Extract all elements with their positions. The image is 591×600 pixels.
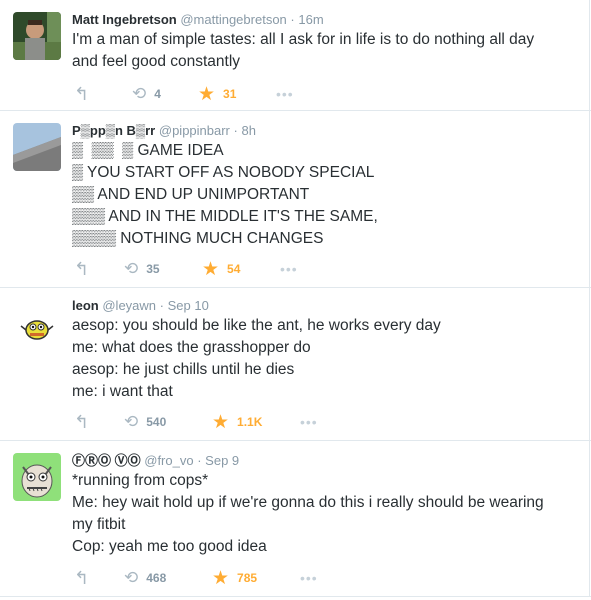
timestamp[interactable]: 8h xyxy=(241,123,255,138)
reply-icon: ↰ xyxy=(74,258,90,279)
divider xyxy=(0,596,591,597)
tweet-text: I'm a man of simple tastes: all I ask fo… xyxy=(72,29,579,73)
retweet-button[interactable]: ⟲ 4 xyxy=(132,84,161,104)
tweet-text-line: Me: hey wait hold up if we're gonna do t… xyxy=(72,494,544,511)
more-button[interactable]: ••• xyxy=(300,412,318,432)
tweet-text-line: ▒ YOU START OFF AS NOBODY SPECIAL xyxy=(72,164,375,181)
star-icon: ★ xyxy=(198,83,216,105)
retweet-count: 4 xyxy=(154,87,161,101)
avatar[interactable] xyxy=(13,123,61,171)
avatar[interactable] xyxy=(13,453,61,501)
more-button[interactable]: ••• xyxy=(276,84,294,104)
tweet-text-line: my fitbit xyxy=(72,516,126,533)
author-handle[interactable]: @pippinbarr xyxy=(159,123,230,138)
timestamp[interactable]: Sep 9 xyxy=(205,453,239,468)
tweet-text-line: me: what does the grasshopper do xyxy=(72,339,311,356)
avatar[interactable] xyxy=(13,12,61,60)
tweet-text: *running from cops* Me: hey wait hold up… xyxy=(72,470,579,558)
tweet-text-line: ▒ ▒▒ ▒ GAME IDEA xyxy=(72,142,224,159)
favorite-button[interactable]: ★ 1.1K xyxy=(212,411,263,433)
tweet[interactable]: Matt Ingebretson @mattingebretson · 16m … xyxy=(0,0,590,110)
favorite-button[interactable]: ★ 54 xyxy=(202,258,241,280)
separator-dot: · xyxy=(233,123,238,138)
favorite-count: 54 xyxy=(227,262,241,276)
tweet-text-line: aesop: you should be like the ant, he wo… xyxy=(72,317,441,334)
tweet-text-line: ▒▒▒▒ NOTHING MUCH CHANGES xyxy=(72,230,324,247)
retweet-button[interactable]: ⟲ 540 xyxy=(124,412,166,432)
tweet-text-line: aesop: he just chills until he dies xyxy=(72,361,295,378)
star-icon: ★ xyxy=(202,258,220,280)
retweet-icon: ⟲ xyxy=(124,259,139,278)
retweet-button[interactable]: ⟲ 468 xyxy=(124,568,166,588)
author-name[interactable]: leon xyxy=(72,298,99,313)
reply-button[interactable]: ↰ xyxy=(74,412,89,432)
favorite-count: 785 xyxy=(237,571,258,585)
retweet-button[interactable]: ⟲ 35 xyxy=(124,259,160,279)
more-button[interactable]: ••• xyxy=(300,568,318,588)
tweet[interactable]: leon @leyawn · Sep 10 aesop: you should … xyxy=(0,288,590,440)
favorite-button[interactable]: ★ 31 xyxy=(198,83,237,105)
favorite-count: 31 xyxy=(223,87,237,101)
reply-button[interactable]: ↰ xyxy=(74,568,89,588)
author-name[interactable]: P▒pp▒n B▒rr xyxy=(72,123,155,138)
star-icon: ★ xyxy=(212,567,230,589)
avatar[interactable] xyxy=(13,304,61,352)
tweet-text: aesop: you should be like the ant, he wo… xyxy=(72,315,579,403)
tweet-text-line: and feel good constantly xyxy=(72,53,241,70)
author-handle[interactable]: @mattingebretson xyxy=(180,12,286,27)
retweet-count: 468 xyxy=(146,571,167,585)
tweet-text-line: *running from cops* xyxy=(72,472,209,489)
timestamp[interactable]: 16m xyxy=(298,12,323,27)
timestamp[interactable]: Sep 10 xyxy=(168,298,209,313)
author-name[interactable]: ⒻⓇⓄ ⓋⓄ xyxy=(72,453,141,468)
tweet-text-line: I'm a man of simple tastes: all I ask fo… xyxy=(72,31,535,48)
favorite-button[interactable]: ★ 785 xyxy=(212,567,258,589)
tweet-text: ▒ ▒▒ ▒ GAME IDEA ▒ YOU START OFF AS NOBO… xyxy=(72,140,579,250)
author-handle[interactable]: @fro_vo xyxy=(144,453,193,468)
separator-dot: · xyxy=(290,12,295,27)
tweet[interactable]: P▒pp▒n B▒rr @pippinbarr · 8h ▒ ▒▒ ▒ GAME… xyxy=(0,111,590,287)
reply-icon: ↰ xyxy=(74,83,90,104)
author-handle[interactable]: @leyawn xyxy=(102,298,156,313)
retweet-icon: ⟲ xyxy=(124,412,139,431)
retweet-icon: ⟲ xyxy=(132,84,147,103)
reply-icon: ↰ xyxy=(74,567,90,588)
more-icon: ••• xyxy=(300,570,318,586)
favorite-count: 1.1K xyxy=(237,415,263,429)
retweet-count: 540 xyxy=(146,415,167,429)
author-name[interactable]: Matt Ingebretson xyxy=(72,12,177,27)
tweet-header: ⒻⓇⓄ ⓋⓄ @fro_vo · Sep 9 xyxy=(72,453,579,469)
tweet-header: Matt Ingebretson @mattingebretson · 16m xyxy=(72,12,579,28)
retweet-count: 35 xyxy=(146,262,160,276)
star-icon: ★ xyxy=(212,411,230,433)
tweet-text-line: Cop: yeah me too good idea xyxy=(72,538,267,555)
tweet-text-line: ▒▒▒ AND IN THE MIDDLE IT'S THE SAME, xyxy=(72,208,378,225)
tweet-text-line: me: i want that xyxy=(72,383,173,400)
tweet-header: P▒pp▒n B▒rr @pippinbarr · 8h xyxy=(72,123,579,139)
more-icon: ••• xyxy=(276,86,294,102)
retweet-icon: ⟲ xyxy=(124,568,139,587)
separator-dot: · xyxy=(159,298,164,313)
reply-button[interactable]: ↰ xyxy=(74,84,89,104)
more-icon: ••• xyxy=(300,414,318,430)
tweet-header: leon @leyawn · Sep 10 xyxy=(72,298,579,314)
reply-icon: ↰ xyxy=(74,411,90,432)
tweet-text-line: ▒▒ AND END UP UNIMPORTANT xyxy=(72,186,310,203)
more-button[interactable]: ••• xyxy=(280,259,298,279)
reply-button[interactable]: ↰ xyxy=(74,259,89,279)
tweet[interactable]: ⒻⓇⓄ ⓋⓄ @fro_vo · Sep 9 *running from cop… xyxy=(0,441,590,596)
more-icon: ••• xyxy=(280,261,298,277)
separator-dot: · xyxy=(197,453,202,468)
